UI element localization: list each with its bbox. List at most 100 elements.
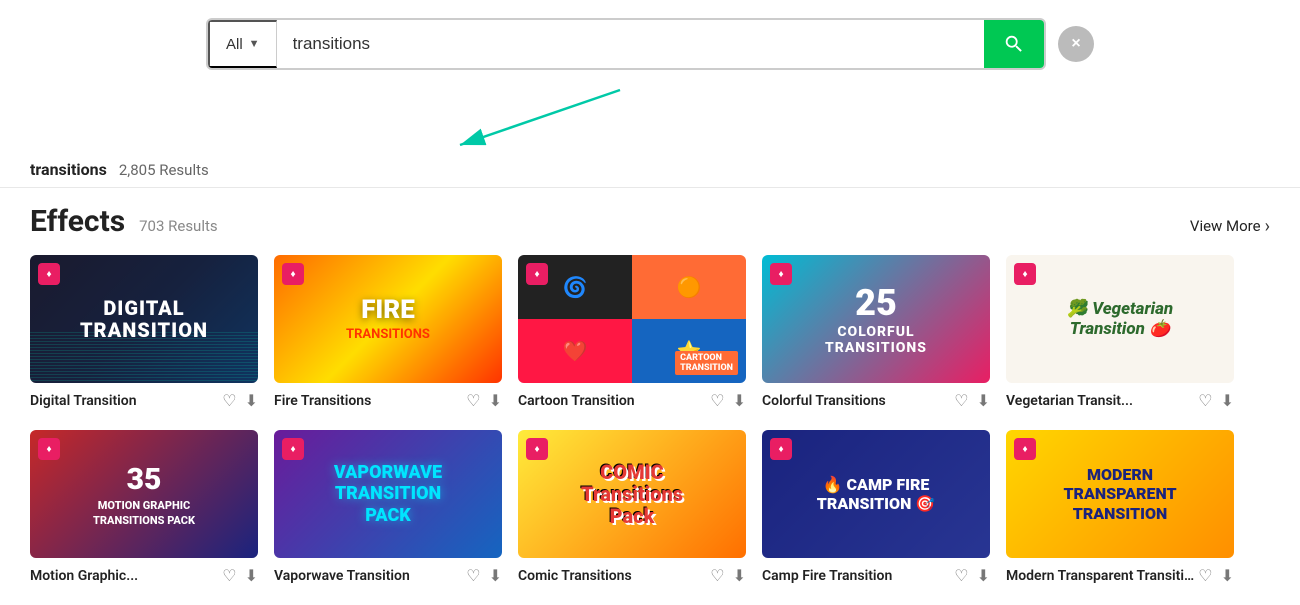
thumb-bg-vegetarian: 🥦 VegetarianTransition 🍅 [1006,255,1234,383]
item-footer: Vegetarian Transit... ♡ ⬇ [1006,391,1234,410]
thumb-bg-campfire: 🔥 CAMP FIRETRANSITION 🎯 [762,430,990,558]
thumb-bg-fire: FIRE TRANSITIONS [274,255,502,383]
like-icon[interactable]: ♡ [710,391,724,410]
item-title: Comic Transitions [518,568,710,584]
item-actions: ♡ ⬇ [466,391,502,410]
like-icon[interactable]: ♡ [222,566,236,585]
list-item[interactable]: ♦ MODERNTRANSPARENTTRANSITION Modern Tra… [1006,430,1234,585]
like-icon[interactable]: ♡ [954,566,968,585]
list-item[interactable]: ♦ COMICTransitionsPack Comic Transitions… [518,430,746,585]
item-footer: Comic Transitions ♡ ⬇ [518,566,746,585]
item-actions: ♡ ⬇ [954,391,990,410]
like-icon[interactable]: ♡ [1198,391,1212,410]
thumb-bg-comic: COMICTransitionsPack [518,430,746,558]
thumb-text-fire: FIRE [346,297,430,323]
like-icon[interactable]: ♡ [466,391,480,410]
thumb-bg-motion: 35 MOTION GRAPHICTRANSITIONS PACK [30,430,258,558]
thumbnail-fire: ♦ FIRE TRANSITIONS [274,255,502,383]
section-count: 703 Results [139,217,218,235]
thumb-text-colorful: COLORFULTRANSITIONS [825,324,927,356]
download-icon[interactable]: ⬇ [977,566,990,585]
thumbnail-campfire: ♦ 🔥 CAMP FIRETRANSITION 🎯 [762,430,990,558]
thumb-text-vaporwave: VAPORWAVETRANSITIONPACK [334,462,442,527]
item-footer: Fire Transitions ♡ ⬇ [274,391,502,410]
search-container: All ▼ [206,18,1046,70]
thumbnail-vegetarian: ♦ 🥦 VegetarianTransition 🍅 [1006,255,1234,383]
view-more-link[interactable]: View More › [1190,216,1270,237]
thumbnail-comic: ♦ COMICTransitionsPack [518,430,746,558]
item-footer: Motion Graphic... ♡ ⬇ [30,566,258,585]
list-item[interactable]: ♦ VAPORWAVETRANSITIONPACK Vaporwave Tran… [274,430,502,585]
close-button[interactable]: × [1058,26,1094,62]
thumbnail-modern: ♦ MODERNTRANSPARENTTRANSITION [1006,430,1234,558]
item-footer: Modern Transparent Transition ♡ ⬇ [1006,566,1234,585]
list-item[interactable]: ♦ DIGITALTRANSITION Digital Transition ♡… [30,255,258,410]
divider [0,187,1300,188]
download-icon[interactable]: ⬇ [245,391,258,410]
thumbnail-vaporwave: ♦ VAPORWAVETRANSITIONPACK [274,430,502,558]
download-icon[interactable]: ⬇ [733,566,746,585]
item-footer: Camp Fire Transition ♡ ⬇ [762,566,990,585]
effects-section-header: Effects 703 Results View More › [0,204,1300,255]
thumb-subtext-fire: TRANSITIONS [346,327,430,342]
badge-vaporwave: ♦ [282,438,304,460]
download-icon[interactable]: ⬇ [489,391,502,410]
thumb-text: DIGITALTRANSITION [80,297,208,341]
like-icon[interactable]: ♡ [1198,566,1212,585]
item-title: Motion Graphic... [30,568,222,584]
thumb-text-motion: 35 MOTION GRAPHICTRANSITIONS PACK [87,454,201,534]
arrow-annotation [0,80,1300,160]
effects-row-2: ♦ 35 MOTION GRAPHICTRANSITIONS PACK Moti… [0,430,1300,605]
list-item[interactable]: ♦ 🌀 🟠 ❤️ ⭐ CARTOONTRANSITION Cartoon Tra… [518,255,746,410]
item-actions: ♡ ⬇ [1198,391,1234,410]
list-item[interactable]: ♦ 35 MOTION GRAPHICTRANSITIONS PACK Moti… [30,430,258,585]
section-title-group: Effects 703 Results [30,204,218,239]
badge-modern: ♦ [1014,438,1036,460]
item-actions: ♡ ⬇ [466,566,502,585]
item-actions: ♡ ⬇ [1198,566,1234,585]
list-item[interactable]: ♦ FIRE TRANSITIONS Fire Transitions ♡ ⬇ [274,255,502,410]
thumb-text-vegetarian: 🥦 VegetarianTransition 🍅 [1067,299,1173,340]
results-count: 2,805 Results [119,161,209,179]
download-icon[interactable]: ⬇ [245,566,258,585]
item-footer: Cartoon Transition ♡ ⬇ [518,391,746,410]
category-label: All [226,36,243,53]
thumb-bg-colorful: 25 COLORFULTRANSITIONS [762,255,990,383]
badge-campfire: ♦ [770,438,792,460]
search-bar-area: All ▼ × [0,0,1300,80]
like-icon[interactable]: ♡ [222,391,236,410]
search-button[interactable] [984,20,1044,68]
list-item[interactable]: ♦ 🔥 CAMP FIRETRANSITION 🎯 Camp Fire Tran… [762,430,990,585]
item-footer: Vaporwave Transition ♡ ⬇ [274,566,502,585]
item-actions: ♡ ⬇ [710,566,746,585]
download-icon[interactable]: ⬇ [1221,566,1234,585]
effects-row-1: ♦ DIGITALTRANSITION Digital Transition ♡… [0,255,1300,430]
badge-fire: ♦ [282,263,304,285]
like-icon[interactable]: ♡ [466,566,480,585]
item-title: Vegetarian Transit... [1006,393,1198,409]
search-icon [1003,33,1025,55]
item-title: Cartoon Transition [518,393,710,409]
download-icon[interactable]: ⬇ [489,566,502,585]
thumb-bg-digital: DIGITALTRANSITION [30,255,258,383]
cartoon-label: CARTOONTRANSITION [675,351,738,375]
like-icon[interactable]: ♡ [954,391,968,410]
badge-colorful: ♦ [770,263,792,285]
section-title: Effects [30,204,125,239]
cell2: 🟠 [632,255,746,319]
download-icon[interactable]: ⬇ [1221,391,1234,410]
search-query-label: transitions [30,160,107,179]
thumb-text-modern: MODERNTRANSPARENTTRANSITION [1063,465,1176,523]
chevron-down-icon: ▼ [249,38,260,50]
like-icon[interactable]: ♡ [710,566,724,585]
download-icon[interactable]: ⬇ [977,391,990,410]
item-footer: Digital Transition ♡ ⬇ [30,391,258,410]
badge-motion: ♦ [38,438,60,460]
search-input[interactable] [277,20,984,68]
list-item[interactable]: ♦ 25 COLORFULTRANSITIONS Colorful Transi… [762,255,990,410]
category-dropdown[interactable]: All ▼ [208,20,277,68]
download-icon[interactable]: ⬇ [733,391,746,410]
thumb-inner: FIRE TRANSITIONS [346,297,430,342]
badge-vegetarian: ♦ [1014,263,1036,285]
list-item[interactable]: ♦ 🥦 VegetarianTransition 🍅 Vegetarian Tr… [1006,255,1234,410]
